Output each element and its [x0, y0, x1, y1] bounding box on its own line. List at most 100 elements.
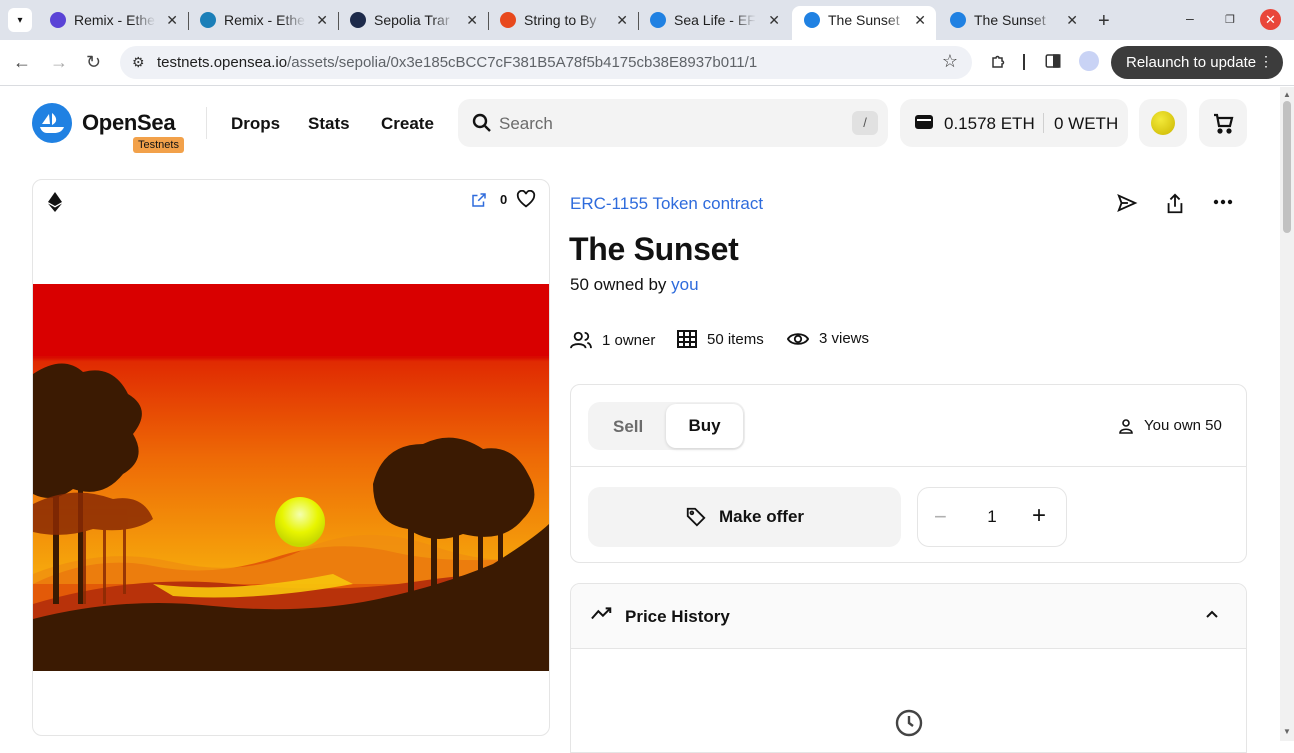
- scrollbar-thumb[interactable]: [1283, 101, 1291, 233]
- more-options-icon[interactable]: [1213, 199, 1233, 205]
- chevron-up-icon[interactable]: [1204, 606, 1220, 622]
- owners-stat[interactable]: 1 owner: [570, 330, 655, 350]
- increase-quantity-button[interactable]: +: [1032, 502, 1046, 530]
- tab-sell[interactable]: Sell: [613, 417, 643, 437]
- etherscan-favicon-icon: [350, 12, 366, 28]
- tab-title: String to By: [524, 12, 597, 28]
- items-count: 50 items: [707, 330, 764, 348]
- nav-create[interactable]: Create: [381, 114, 434, 134]
- close-window-button[interactable]: ✕: [1260, 9, 1281, 30]
- external-link-icon[interactable]: [470, 191, 488, 209]
- quantity-value[interactable]: 1: [982, 507, 1002, 527]
- opensea-favicon-icon: [804, 12, 820, 28]
- person-icon: [1119, 418, 1133, 434]
- make-offer-button[interactable]: Make offer: [588, 487, 901, 547]
- owners-count: 1 owner: [602, 331, 656, 349]
- remix-favicon-icon: [200, 12, 216, 28]
- new-tab-button[interactable]: +: [1098, 10, 1110, 33]
- owner-link[interactable]: you: [671, 275, 698, 294]
- opensea-header: OpenSea Testnets Drops Stats Create Sear…: [0, 87, 1280, 159]
- tag-icon: [686, 507, 706, 527]
- tab-buy[interactable]: Buy: [666, 404, 743, 448]
- decrease-quantity-button[interactable]: −: [934, 504, 947, 530]
- relaunch-to-update-button[interactable]: Relaunch to update ⋮: [1111, 46, 1283, 79]
- eye-icon: [787, 332, 809, 345]
- close-tab-icon[interactable]: ✕: [466, 12, 478, 29]
- tab-title: Remix - Ethe: [224, 12, 305, 28]
- browser-tab-strip: ▾ Remix - Ethe ✕ Remix - Ethe ✕ Sepolia …: [0, 0, 1294, 40]
- make-offer-label: Make offer: [718, 507, 805, 526]
- chrome-menu-icon[interactable]: ⋮: [1259, 53, 1273, 70]
- restore-window-button[interactable]: ❐: [1225, 13, 1235, 26]
- asset-title: The Sunset: [569, 231, 739, 267]
- browser-tab[interactable]: String to By ✕: [488, 6, 639, 34]
- opensea-favicon-icon: [950, 12, 966, 28]
- toolbar-divider: [1023, 54, 1025, 70]
- page-scrollbar[interactable]: ▲ ▼: [1280, 87, 1294, 741]
- cart-icon: [1214, 113, 1234, 134]
- people-icon: [570, 331, 592, 349]
- browser-tab-active[interactable]: The Sunset ✕: [792, 6, 936, 40]
- brand-name[interactable]: OpenSea: [82, 110, 176, 136]
- browser-tab[interactable]: Remix - Ethe ✕: [38, 6, 189, 34]
- views-count: 3 views: [819, 330, 870, 347]
- nav-drops[interactable]: Drops: [231, 114, 280, 134]
- browser-tab[interactable]: The Sunset ✕: [938, 6, 1088, 34]
- search-icon: [472, 113, 491, 132]
- tab-title: Sepolia Trar: [374, 12, 450, 28]
- browser-tab[interactable]: Sepolia Trar ✕: [338, 6, 489, 34]
- sunset-artwork-image[interactable]: [33, 284, 549, 671]
- search-input[interactable]: Search /: [458, 99, 888, 147]
- cart-button[interactable]: [1199, 99, 1247, 147]
- testnets-badge: Testnets: [133, 137, 184, 153]
- close-tab-icon[interactable]: ✕: [166, 12, 178, 29]
- opensea-logo-icon[interactable]: [32, 103, 72, 143]
- browser-tab[interactable]: Remix - Ethe ✕: [188, 6, 339, 34]
- share-icon[interactable]: [1165, 193, 1185, 215]
- profile-avatar-icon[interactable]: [1079, 51, 1099, 71]
- tab-search-button[interactable]: ▾: [8, 8, 32, 32]
- back-arrow-icon[interactable]: ←: [13, 52, 31, 73]
- side-panel-icon[interactable]: [1044, 52, 1062, 75]
- bookmark-star-icon[interactable]: ☆: [942, 51, 958, 72]
- close-tab-icon[interactable]: ✕: [616, 12, 628, 29]
- price-history-title: Price History: [625, 607, 730, 626]
- address-bar[interactable]: ⚙ testnets.opensea.io/assets/sepolia/0x3…: [120, 46, 972, 79]
- forward-arrow-icon[interactable]: →: [50, 52, 68, 73]
- items-stat: 50 items: [677, 330, 764, 348]
- tab-title: The Sunset: [828, 12, 900, 28]
- wallet-divider: [1043, 113, 1044, 133]
- trending-icon: [591, 607, 612, 620]
- scroll-down-arrow-icon[interactable]: ▼: [1283, 727, 1291, 736]
- close-tab-icon[interactable]: ✕: [316, 12, 328, 29]
- extensions-icon[interactable]: [990, 52, 1008, 75]
- url-host: testnets.opensea.io: [157, 54, 288, 71]
- site-info-icon[interactable]: ⚙: [132, 54, 145, 71]
- collection-link[interactable]: ERC-1155 Token contract: [570, 194, 763, 214]
- reload-icon[interactable]: ↻: [86, 52, 101, 73]
- account-button[interactable]: [1139, 99, 1187, 147]
- grid-icon: [677, 330, 697, 348]
- url-text[interactable]: testnets.opensea.io/assets/sepolia/0x3e1…: [157, 54, 757, 71]
- tab-title: Sea Life - EF: [674, 12, 756, 28]
- minimize-window-button[interactable]: –: [1186, 10, 1194, 26]
- price-history-panel: Price History: [570, 583, 1247, 753]
- owned-prefix: 50 owned by: [570, 275, 667, 294]
- transfer-send-icon[interactable]: [1116, 193, 1138, 213]
- quantity-stepper: − 1 +: [917, 487, 1067, 547]
- url-path: /assets/sepolia/0x3e185cBCC7cF381B5A78f5…: [287, 54, 758, 71]
- price-history-header[interactable]: Price History: [571, 584, 1246, 649]
- header-divider: [206, 107, 207, 139]
- favorite-heart-icon[interactable]: [516, 190, 536, 208]
- search-placeholder: Search: [499, 114, 553, 133]
- close-tab-icon[interactable]: ✕: [768, 12, 780, 29]
- browser-tab[interactable]: Sea Life - EF ✕: [638, 6, 790, 34]
- close-tab-icon[interactable]: ✕: [1066, 12, 1078, 29]
- nav-stats[interactable]: Stats: [308, 114, 350, 134]
- ownership-line: 50 owned by you: [570, 275, 699, 295]
- weth-balance: 0 WETH: [1054, 114, 1119, 133]
- remix-favicon-icon: [50, 12, 66, 28]
- scroll-up-arrow-icon[interactable]: ▲: [1283, 90, 1291, 99]
- wallet-balance-button[interactable]: 0.1578 ETH 0 WETH: [900, 99, 1128, 147]
- close-tab-icon[interactable]: ✕: [914, 12, 926, 29]
